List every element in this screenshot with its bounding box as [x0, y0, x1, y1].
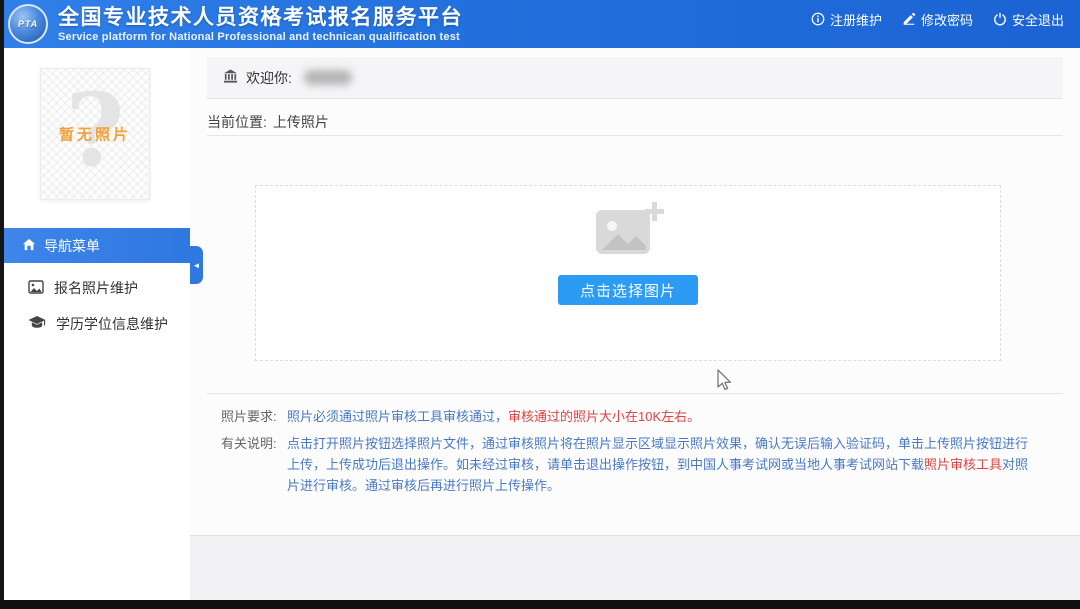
nav-menu-label: 导航菜单: [44, 236, 100, 256]
add-image-icon: [592, 200, 664, 263]
logo-text: PTA: [18, 19, 38, 29]
graduation-cap-icon: [28, 316, 46, 333]
page: PTA 全国专业技术人员资格考试报名服务平台 Service platform …: [0, 0, 1080, 609]
logout-link[interactable]: 安全退出: [993, 10, 1064, 29]
photo-audit-tool-link[interactable]: 照片审核工具: [924, 457, 1002, 472]
requirement-text: 照片必须通过照片审核工具审核通过，审核通过的照片大小在10K左右。: [287, 406, 1037, 427]
edit-icon: [902, 12, 916, 26]
page-title: 全国专业技术人员资格考试报名服务平台: [58, 6, 463, 30]
requirement-text-red: 审核通过的照片大小在10K左右。: [508, 409, 700, 424]
logout-label: 安全退出: [1012, 10, 1064, 29]
title-block: 全国专业技术人员资格考试报名服务平台 Service platform for …: [58, 6, 463, 43]
header-links: 注册维护 修改密码 安全退出: [811, 10, 1064, 29]
no-photo-label: 暂无照片: [41, 124, 149, 145]
welcome-label: 欢迎你:: [246, 68, 292, 88]
breadcrumb-value: 上传照片: [273, 112, 329, 132]
register-maintain-link[interactable]: 注册维护: [811, 10, 882, 29]
sidebar-item-photo-maintain[interactable]: 报名照片维护: [4, 268, 190, 308]
image-icon: [28, 280, 44, 297]
instructions-label: 有关说明:: [221, 433, 287, 496]
sidebar-item-label: 学历学位信息维护: [56, 314, 168, 334]
screen-edge-left: [0, 0, 4, 609]
breadcrumb-label: 当前位置:: [207, 112, 267, 132]
info-circle-icon: [811, 12, 825, 26]
page-subtitle: Service platform for National Profession…: [58, 31, 463, 43]
upload-dropzone[interactable]: 点击选择图片: [255, 185, 1001, 361]
photo-requirement-row: 照片要求: 照片必须通过照片审核工具审核通过，审核通过的照片大小在10K左右。: [221, 406, 1063, 427]
instructions-text-part1: 点击打开照片按钮选择照片文件，通过审核照片将在照片显示区域显示照片效果，确认无误…: [287, 436, 1028, 472]
app-header: PTA 全国专业技术人员资格考试报名服务平台 Service platform …: [0, 0, 1080, 48]
nav-menu-header[interactable]: 导航菜单: [4, 228, 190, 263]
sidebar: ? 暂无照片 导航菜单 报名照片维护 学历学位信息维护: [4, 48, 190, 600]
requirement-label: 照片要求:: [221, 406, 287, 427]
pta-logo: PTA: [8, 4, 48, 44]
change-password-link[interactable]: 修改密码: [902, 10, 973, 29]
breadcrumb: 当前位置: 上传照片: [207, 108, 1063, 136]
screen-edge-bottom: [0, 600, 1080, 609]
register-maintain-label: 注册维护: [830, 10, 882, 29]
change-password-label: 修改密码: [921, 10, 973, 29]
content-footer-area: [190, 535, 1080, 600]
home-icon: [22, 238, 36, 254]
requirement-text-blue: 照片必须通过照片审核工具审核通过，: [287, 409, 508, 424]
instructions-row: 有关说明: 点击打开照片按钮选择照片文件，通过审核照片将在照片显示区域显示照片效…: [221, 433, 1063, 496]
sidebar-item-degree-maintain[interactable]: 学历学位信息维护: [4, 304, 190, 344]
instructions-text: 点击打开照片按钮选择照片文件，通过审核照片将在照片显示区域显示照片效果，确认无误…: [287, 433, 1037, 496]
username-redacted: [304, 70, 352, 85]
photo-placeholder: ? 暂无照片: [40, 68, 150, 200]
select-image-button[interactable]: 点击选择图片: [558, 275, 698, 305]
sidebar-collapse-tab[interactable]: ◄: [190, 246, 203, 284]
welcome-bar: 欢迎你:: [207, 57, 1063, 99]
power-icon: [993, 12, 1007, 26]
chevron-left-icon: ◄: [193, 261, 201, 270]
notes-section: 照片要求: 照片必须通过照片审核工具审核通过，审核通过的照片大小在10K左右。 …: [207, 393, 1063, 502]
bank-icon: [223, 69, 238, 87]
sidebar-item-label: 报名照片维护: [54, 278, 138, 298]
main-content: 欢迎你: 当前位置: 上传照片 点击选择图片 照片要求:: [190, 48, 1080, 600]
